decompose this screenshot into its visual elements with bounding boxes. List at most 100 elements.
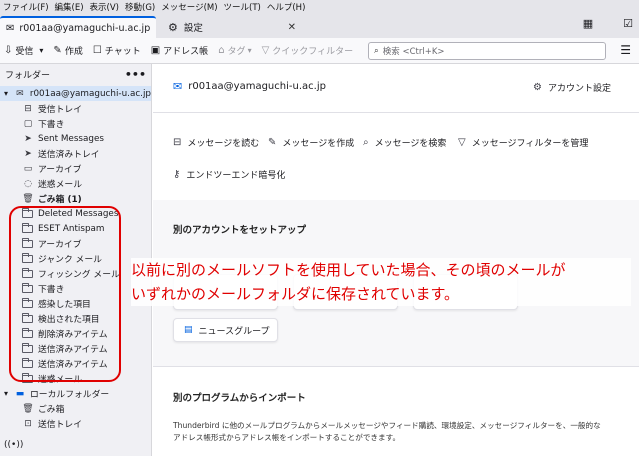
tab-settings-label: 設定 <box>183 23 203 34</box>
outbox-icon: ⊡ <box>24 418 32 429</box>
annotation-line-2: いずれかのメールフォルダに保存されています。 <box>131 285 460 303</box>
menu-message[interactable]: メッセージ(M) <box>161 1 217 13</box>
folder-item[interactable]: 🗑 ごみ箱 (1) <box>0 191 151 206</box>
key-icon: ⚷ <box>173 169 181 180</box>
quickfilter-button[interactable]: ▽ クイックフィルター <box>262 44 354 57</box>
tab-mail-label: r001aa@yamaguchi-u.ac.jp <box>19 22 151 34</box>
folder-item[interactable]: ◌ 迷惑メール <box>0 176 151 191</box>
menu-icon[interactable]: ☰ <box>620 43 631 57</box>
tab-mail[interactable]: ✉ r001aa@yamaguchi-u.ac.jp <box>0 16 156 38</box>
tab-bar: ✉ r001aa@yamaguchi-u.ac.jp ⚙ 設定 ✕ ▦ ☑ <box>0 14 639 38</box>
import-description: Thunderbird に他のメールプログラムからメールメッセージやフィード購読… <box>173 421 601 430</box>
mail-icon: ✉ <box>173 80 183 93</box>
chevron-down-icon[interactable]: ▾ <box>4 89 14 98</box>
send-icon: ➤ <box>24 133 32 144</box>
newsgroup-icon: ▤ <box>184 325 193 335</box>
import-title: 別のプログラムからインポート <box>173 393 306 404</box>
menu-help[interactable]: ヘルプ(H) <box>267 1 306 13</box>
tag-button[interactable]: ⌂ タグ ▾ <box>218 44 251 57</box>
search-input[interactable]: ⌕ 検索 <Ctrl+K> <box>368 42 606 60</box>
mail-icon: ✉ <box>16 88 24 99</box>
inbox-icon: ⊟ <box>173 137 182 148</box>
annotation-line-1: 以前に別のメールソフトを使用していた場合、その頃のメールが <box>131 261 566 279</box>
account-header: ✉ r001aa@yamaguchi-u.ac.jp <box>173 80 326 93</box>
menu-view[interactable]: 表示(V) <box>90 1 119 13</box>
trash-icon: 🗑 <box>22 193 34 204</box>
folder-label: ごみ箱 <box>38 405 65 415</box>
folder-item[interactable]: ⊟ 受信トレイ <box>0 101 151 116</box>
menu-tools[interactable]: ツール(T) <box>224 1 261 13</box>
annotation-highlight <box>9 206 121 382</box>
compose-button[interactable]: ✎ 作成 <box>53 44 82 57</box>
pencil-icon: ✎ <box>53 45 62 56</box>
folder-label: r001aa@yamaguchi-u.ac.jp <box>29 88 151 99</box>
account-email: r001aa@yamaguchi-u.ac.jp <box>188 81 326 92</box>
addressbook-button[interactable]: ▣ アドレス帳 <box>151 44 208 57</box>
window-icons: ▦ ☑ <box>583 17 633 30</box>
folder-pane-title: フォルダー <box>5 70 51 81</box>
receive-button[interactable]: ⇩ 受信 ▾ <box>4 44 43 57</box>
folder-label: アーカイブ <box>38 165 82 175</box>
tasks-icon[interactable]: ☑ <box>623 17 633 30</box>
folder-item[interactable]: ➤ Sent Messages <box>0 131 151 146</box>
annotation-text: 以前に別のメールソフトを使用していた場合、その頃のメールが いずれかのメールフォ… <box>131 258 631 306</box>
newsgroup-button[interactable]: ▤ ニュースグループ <box>173 318 278 342</box>
archive-icon: ▭ <box>23 163 33 174</box>
folder-item[interactable]: ➤ 送信済みトレイ <box>0 146 151 161</box>
chevron-down-icon[interactable]: ▾ <box>39 46 43 55</box>
trash-icon: 🗑 <box>22 403 34 414</box>
read-messages-button[interactable]: ⊟ メッセージを読む <box>173 136 259 149</box>
folder-item[interactable]: ▢ 下書き <box>0 116 151 131</box>
folder-label: 送信済みトレイ <box>38 150 100 160</box>
send-icon: ➤ <box>24 148 32 159</box>
manage-filters-button[interactable]: ▽ メッセージフィルターを管理 <box>458 136 588 149</box>
junk-icon: ◌ <box>24 178 32 189</box>
folder-pane-header: フォルダー ••• <box>0 64 151 84</box>
account-settings-button[interactable]: ⚙ アカウント設定 <box>533 81 611 94</box>
folder-item[interactable]: ▭ アーカイブ <box>0 161 151 176</box>
activity-icon[interactable]: ((•)) <box>4 440 23 450</box>
download-icon: ⇩ <box>4 45 13 56</box>
search-icon: ⌕ <box>363 137 369 148</box>
inbox-icon: ⊟ <box>24 103 32 114</box>
toolbar: ⇩ 受信 ▾ ✎ 作成 ☐ チャット ▣ アドレス帳 ⌂ タグ ▾ ▽ クイック… <box>0 38 639 64</box>
close-icon[interactable]: ✕ <box>288 22 296 33</box>
mail-icon: ✉ <box>6 22 15 34</box>
menu-go[interactable]: 移動(G) <box>125 1 155 13</box>
folder-label: 受信トレイ <box>38 105 82 115</box>
search-placeholder: 検索 <Ctrl+K> <box>382 47 445 57</box>
pencil-icon: ✎ <box>268 137 277 148</box>
account-row[interactable]: ▾ ✉ r001aa@yamaguchi-u.ac.jp <box>0 86 151 101</box>
folder-label: ローカルフォルダー <box>30 390 110 400</box>
chevron-down-icon[interactable]: ▾ <box>4 389 14 398</box>
draft-icon: ▢ <box>23 118 33 129</box>
search-icon: ⌕ <box>374 46 379 56</box>
folder-label: 迷惑メール <box>38 180 82 190</box>
setup-title: 別のアカウントをセットアップ <box>173 225 307 236</box>
folder-item[interactable]: 🗑 ごみ箱 <box>0 401 151 416</box>
gear-icon: ⚙ <box>533 82 542 93</box>
menu-bar: ファイル(F) 編集(E) 表示(V) 移動(G) メッセージ(M) ツール(T… <box>0 0 639 14</box>
filter-icon: ▽ <box>261 45 270 56</box>
menu-edit[interactable]: 編集(E) <box>55 1 84 13</box>
filter-icon: ▽ <box>458 137 466 148</box>
gear-icon: ⚙ <box>168 20 178 34</box>
more-icon[interactable]: ••• <box>125 68 146 81</box>
compose-message-button[interactable]: ✎ メッセージを作成 <box>268 136 354 149</box>
tag-icon: ⌂ <box>218 45 225 56</box>
import-description-2: アドレス帳形式からアドレス帳をインポートすることができます。 <box>173 433 401 442</box>
local-folders-row[interactable]: ▾ ▬ ローカルフォルダー <box>0 386 151 401</box>
tab-settings[interactable]: ⚙ 設定 ✕ <box>162 16 302 38</box>
folder-label: 下書き <box>38 120 65 130</box>
folder-label: 送信トレイ <box>38 420 82 430</box>
folder-item[interactable]: ⊡ 送信トレイ <box>0 416 151 431</box>
chevron-down-icon: ▾ <box>247 46 252 55</box>
chat-button[interactable]: ☐ チャット <box>93 44 141 57</box>
folder-local-icon: ▬ <box>15 388 25 399</box>
search-messages-button[interactable]: ⌕ メッセージを検索 <box>363 136 446 149</box>
menu-file[interactable]: ファイル(F) <box>3 1 49 13</box>
calendar-icon[interactable]: ▦ <box>583 17 593 30</box>
addressbook-icon: ▣ <box>150 45 161 56</box>
e2e-encryption-button[interactable]: ⚷ エンドツーエンド暗号化 <box>173 168 285 181</box>
folder-label: ごみ箱 (1) <box>38 195 82 205</box>
